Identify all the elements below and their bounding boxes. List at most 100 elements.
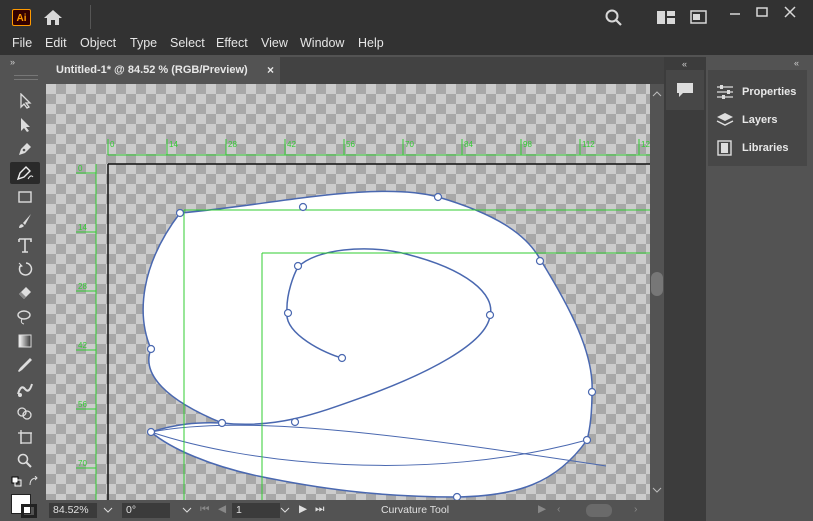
menu-type[interactable]: Type bbox=[130, 36, 157, 50]
menu-bar: File Edit Object Type Select Effect View… bbox=[0, 33, 813, 55]
properties-sliders-icon bbox=[717, 85, 733, 99]
rotate-tool[interactable] bbox=[10, 258, 40, 280]
eraser-tool[interactable] bbox=[10, 282, 40, 304]
rectangle-icon bbox=[18, 191, 32, 203]
scroll-left-icon[interactable]: ‹ bbox=[557, 503, 561, 515]
ruler-left-label: 42 bbox=[78, 341, 87, 350]
libraries-label: Libraries bbox=[742, 142, 789, 154]
next-artboard-icon[interactable]: ▶ bbox=[299, 503, 307, 515]
swap-colors-icon[interactable] bbox=[28, 476, 40, 488]
status-menu-arrow-icon[interactable]: ▶ bbox=[538, 503, 546, 515]
rotation-dropdown-icon[interactable] bbox=[182, 506, 192, 514]
menu-view[interactable]: View bbox=[261, 36, 288, 50]
layers-icon bbox=[716, 113, 734, 126]
toolbar-grip[interactable] bbox=[14, 75, 38, 80]
lasso-tool[interactable] bbox=[10, 306, 40, 328]
menu-object[interactable]: Object bbox=[80, 36, 116, 50]
type-tool[interactable] bbox=[10, 234, 40, 256]
collapse-toolbar-icon[interactable]: » bbox=[10, 57, 15, 67]
minimize-icon[interactable] bbox=[727, 5, 743, 21]
stroke-swatch[interactable] bbox=[21, 504, 37, 518]
eyedropper-tool[interactable] bbox=[10, 354, 40, 376]
selection-arrow-icon bbox=[20, 93, 32, 109]
eraser-icon bbox=[19, 287, 31, 299]
shape-builder-tool[interactable] bbox=[10, 402, 40, 424]
artwork[interactable]: 0 14 28 42 56 70 84 98 112 126 0 14 28 42 56 70 bbox=[46, 84, 650, 500]
status-bar: 84.52% 0° ⏮ ◀ 1 ▶ ⏭ Curvature Tool ▶ ‹ › bbox=[46, 500, 664, 521]
maximize-icon[interactable] bbox=[754, 4, 770, 20]
menu-window[interactable]: Window bbox=[300, 36, 344, 50]
document-tab[interactable]: Untitled-1* @ 84.52 % (RGB/Preview) × bbox=[46, 57, 280, 84]
paintbrush-icon bbox=[19, 214, 31, 228]
pen-tool[interactable] bbox=[10, 138, 40, 160]
document-tab-title: Untitled-1* @ 84.52 % (RGB/Preview) bbox=[56, 64, 248, 76]
eyedropper-icon bbox=[18, 358, 32, 372]
default-colors-icon[interactable] bbox=[11, 476, 23, 488]
status-tool-label: Curvature Tool bbox=[380, 504, 450, 516]
type-icon bbox=[18, 238, 32, 253]
ruler-top-label: 14 bbox=[169, 140, 178, 149]
rotate-icon bbox=[18, 262, 33, 276]
collapse-dock-icon[interactable]: « bbox=[682, 59, 687, 69]
scroll-down-icon[interactable] bbox=[652, 486, 662, 494]
artboard-number-field[interactable]: 1 bbox=[232, 503, 280, 518]
zoom-tool[interactable] bbox=[10, 450, 40, 472]
menu-edit[interactable]: Edit bbox=[45, 36, 67, 50]
puppet-warp-tool[interactable] bbox=[10, 378, 40, 400]
gradient-tool[interactable] bbox=[10, 330, 40, 352]
layers-label: Layers bbox=[742, 114, 778, 126]
zoom-icon bbox=[17, 453, 32, 468]
home-icon[interactable] bbox=[43, 9, 63, 26]
menu-file[interactable]: File bbox=[12, 36, 32, 50]
libraries-icon bbox=[717, 140, 732, 156]
ruler-top-label: 84 bbox=[464, 140, 473, 149]
direct-selection-arrow-icon bbox=[21, 118, 30, 132]
layers-panel-tab[interactable]: Layers bbox=[716, 111, 777, 129]
comment-icon[interactable] bbox=[676, 82, 694, 98]
ruler-left: 0 14 28 42 56 70 bbox=[76, 164, 97, 500]
paintbrush-tool[interactable] bbox=[10, 210, 40, 232]
menu-effect[interactable]: Effect bbox=[216, 36, 248, 50]
ruler-left-label: 56 bbox=[78, 400, 87, 409]
ruler-left-label: 70 bbox=[78, 459, 87, 468]
horizontal-scroll-thumb[interactable] bbox=[586, 504, 612, 517]
white-blob-shape[interactable] bbox=[142, 190, 593, 498]
rectangle-tool[interactable] bbox=[10, 186, 40, 208]
scroll-up-icon[interactable] bbox=[652, 90, 662, 98]
tool-list bbox=[8, 88, 46, 488]
shape-builder-icon bbox=[17, 407, 32, 420]
divider bbox=[90, 5, 91, 29]
scroll-thumb[interactable] bbox=[651, 272, 663, 296]
first-artboard-icon[interactable]: ⏮ bbox=[200, 503, 209, 516]
libraries-panel-tab[interactable]: Libraries bbox=[716, 139, 788, 157]
properties-panel-tab[interactable]: Properties bbox=[716, 83, 796, 101]
workspace-layout-icon[interactable] bbox=[656, 10, 676, 25]
close-document-icon[interactable]: × bbox=[267, 63, 274, 77]
ruler-left-label: 0 bbox=[78, 164, 83, 173]
artboard-dropdown-icon[interactable] bbox=[280, 506, 290, 514]
ruler-top-label: 98 bbox=[523, 140, 532, 149]
curvature-tool[interactable] bbox=[10, 162, 40, 184]
menu-select[interactable]: Select bbox=[170, 36, 205, 50]
curvature-pen-icon bbox=[16, 166, 34, 181]
vertical-scrollbar[interactable] bbox=[650, 84, 664, 500]
arrange-documents-icon[interactable] bbox=[690, 10, 708, 25]
puppet-warp-icon bbox=[17, 383, 33, 397]
properties-label: Properties bbox=[742, 86, 797, 98]
selection-tool[interactable] bbox=[10, 90, 40, 112]
menu-help[interactable]: Help bbox=[358, 36, 384, 50]
canvas[interactable]: 0 14 28 42 56 70 84 98 112 126 0 14 28 42 56 70 bbox=[46, 84, 650, 500]
close-icon[interactable] bbox=[782, 4, 798, 20]
ruler-top-label: 56 bbox=[346, 140, 355, 149]
previous-artboard-icon[interactable]: ◀ bbox=[218, 503, 226, 515]
artboard-icon bbox=[18, 430, 32, 444]
artboard-tool[interactable] bbox=[10, 426, 40, 448]
scroll-right-icon[interactable]: › bbox=[634, 503, 638, 515]
collapse-panels-icon[interactable]: « bbox=[794, 58, 799, 68]
search-icon[interactable] bbox=[605, 9, 623, 27]
last-artboard-icon[interactable]: ⏭ bbox=[315, 503, 324, 516]
rotation-field[interactable]: 0° bbox=[122, 503, 170, 518]
zoom-field[interactable]: 84.52% bbox=[49, 503, 97, 518]
direct-selection-tool[interactable] bbox=[10, 114, 40, 136]
zoom-dropdown-icon[interactable] bbox=[103, 506, 113, 514]
